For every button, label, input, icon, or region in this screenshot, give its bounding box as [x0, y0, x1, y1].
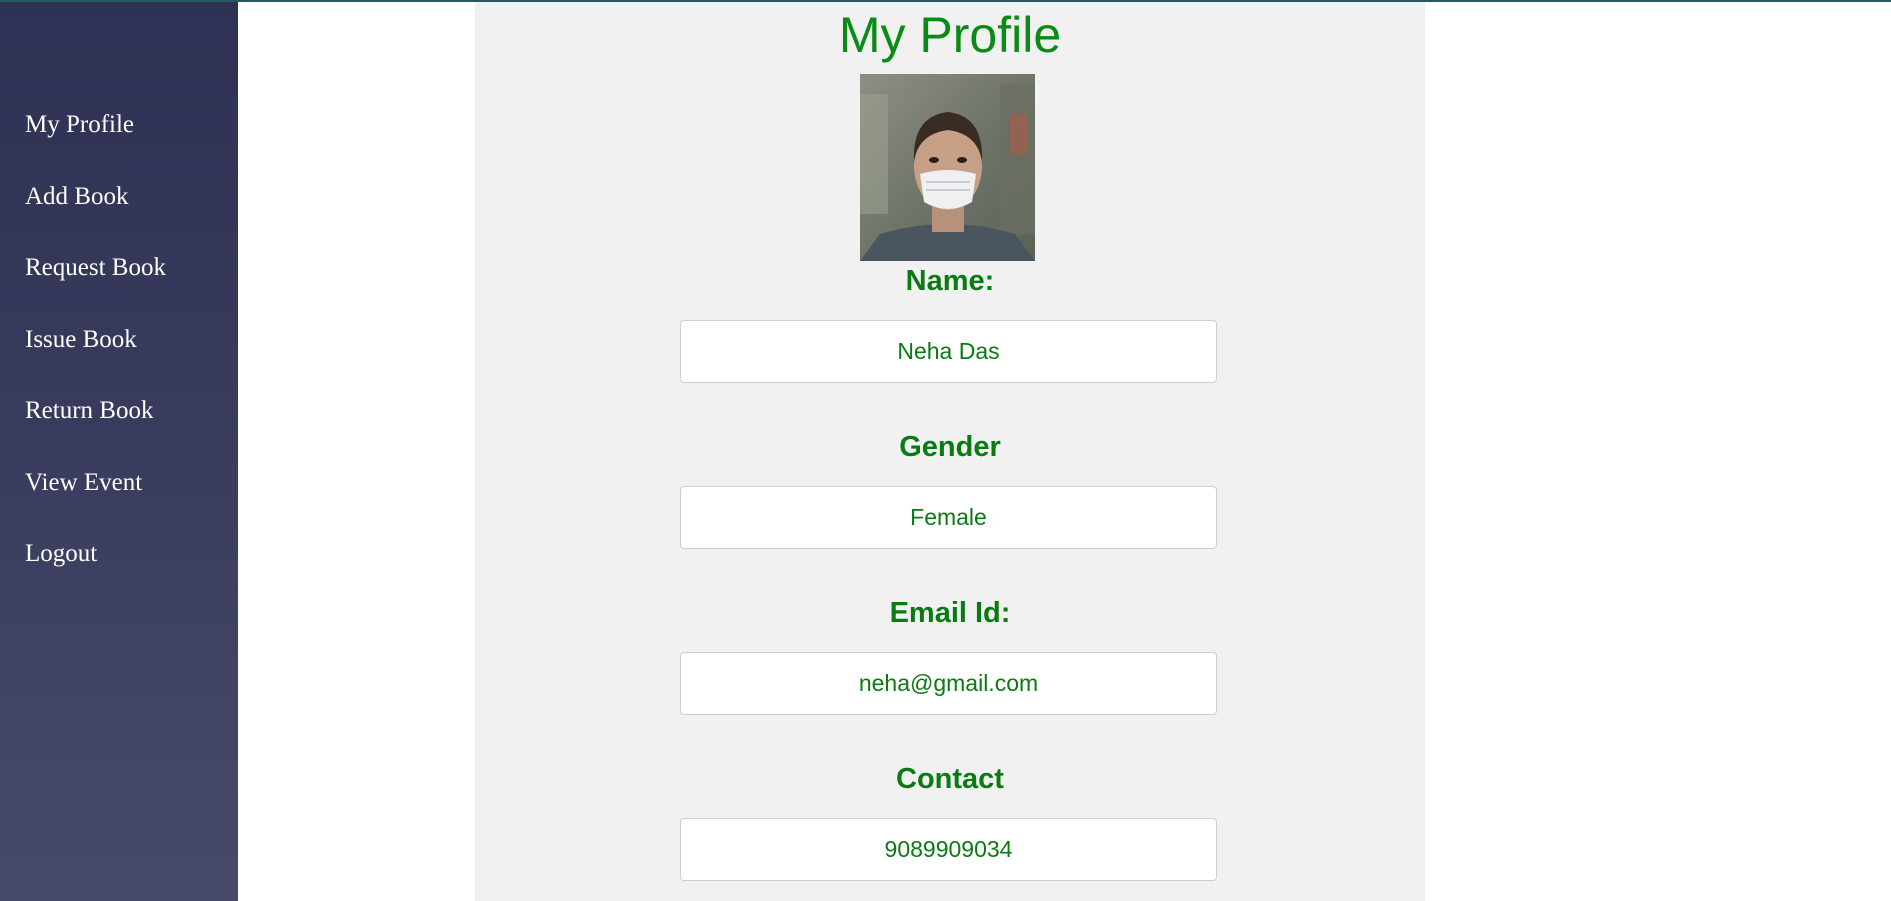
user-photo-icon: [860, 74, 1035, 261]
sidebar-item-view-event[interactable]: View Event: [25, 468, 166, 498]
sidebar-item-issue-book[interactable]: Issue Book: [25, 325, 166, 355]
contact-label: Contact: [896, 763, 1004, 795]
profile-panel: My Profile Name: Gender: [475, 2, 1425, 901]
gender-label: Gender: [899, 431, 1001, 463]
contact-field[interactable]: [680, 818, 1217, 881]
name-label: Name:: [905, 265, 995, 297]
sidebar-item-logout[interactable]: Logout: [25, 539, 166, 569]
email-field[interactable]: [680, 652, 1217, 715]
sidebar-item-request-book[interactable]: Request Book: [25, 253, 166, 283]
sidebar-item-return-book[interactable]: Return Book: [25, 396, 166, 426]
gender-field[interactable]: [680, 486, 1217, 549]
avatar: [860, 74, 1035, 261]
email-label: Email Id:: [889, 597, 1011, 629]
sidebar-nav: My Profile Add Book Request Book Issue B…: [25, 110, 166, 611]
sidebar-item-add-book[interactable]: Add Book: [25, 182, 166, 212]
page-title: My Profile: [838, 7, 1062, 63]
sidebar: My Profile Add Book Request Book Issue B…: [0, 2, 238, 901]
sidebar-item-my-profile[interactable]: My Profile: [25, 110, 166, 140]
name-field[interactable]: [680, 320, 1217, 383]
